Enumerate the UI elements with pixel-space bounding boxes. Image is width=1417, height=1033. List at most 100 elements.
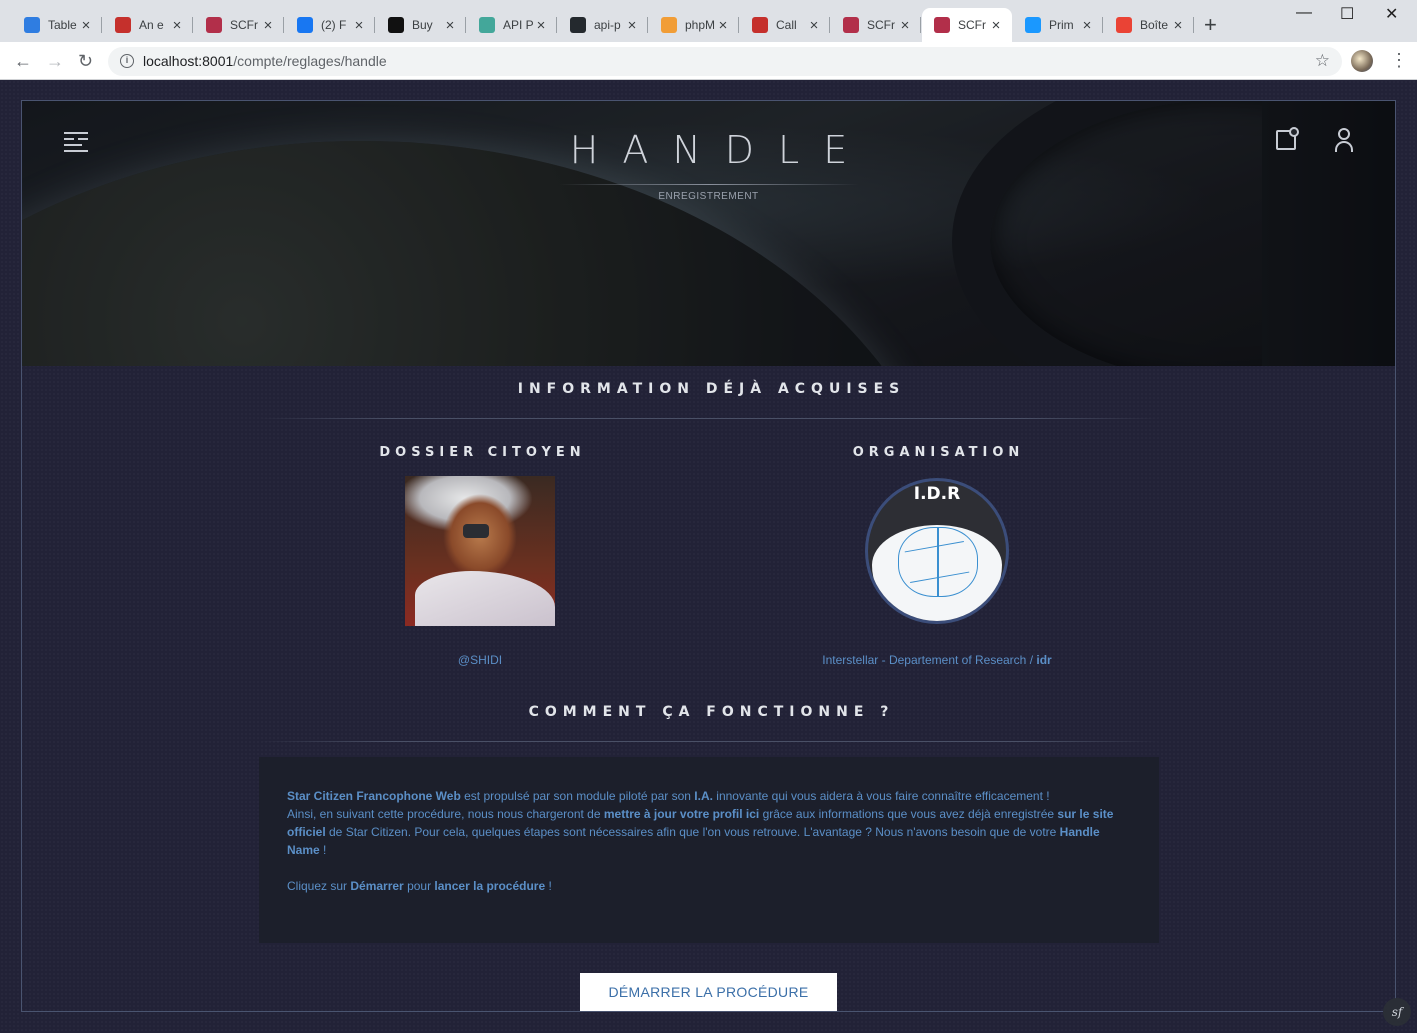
- browser-tab[interactable]: Call ×: [740, 8, 830, 42]
- tab-separator: [829, 17, 830, 33]
- how-paragraph-1: Star Citizen Francophone Web est propuls…: [287, 789, 1114, 857]
- close-window-icon[interactable]: ✕: [1385, 4, 1398, 24]
- tab-close-icon[interactable]: ×: [624, 17, 640, 34]
- citizen-dossier-title: DOSSIER CITOYEN: [379, 445, 586, 460]
- tab-close-icon[interactable]: ×: [897, 17, 913, 34]
- tab-title: Prim: [1049, 18, 1074, 32]
- tab-title: Boîte: [1140, 18, 1169, 32]
- organisation-link[interactable]: Interstellar - Departement of Research /…: [760, 653, 1114, 667]
- tab-favicon-icon: [206, 17, 222, 33]
- tab-close-icon[interactable]: ×: [1079, 17, 1095, 34]
- tab-favicon-icon: [388, 17, 404, 33]
- tab-close-icon[interactable]: ×: [806, 17, 822, 34]
- tab-title: SCFr: [958, 18, 986, 32]
- address-bar[interactable]: i localhost:8001/compte/reglages/handle …: [108, 47, 1342, 76]
- tab-separator: [556, 17, 557, 33]
- title-divider: [559, 184, 859, 185]
- tab-favicon-icon: [843, 17, 859, 33]
- section-divider: [259, 741, 1159, 742]
- browser-tab[interactable]: SCFr ×: [831, 8, 921, 42]
- page-subtitle: ENREGISTREMENT: [658, 191, 759, 202]
- organisation-separator: /: [1026, 653, 1037, 667]
- tab-favicon-icon: [1025, 17, 1041, 33]
- update-profile-link[interactable]: mettre à jour votre profil ici: [604, 807, 759, 821]
- organisation-sid[interactable]: idr: [1036, 653, 1051, 667]
- tab-close-icon[interactable]: ×: [351, 17, 367, 34]
- url-text[interactable]: localhost:8001/compte/reglages/handle: [143, 53, 387, 69]
- browser-menu-icon[interactable]: ⋮: [1390, 50, 1408, 70]
- profile-avatar[interactable]: [1351, 50, 1373, 72]
- tab-title: SCFr: [230, 18, 258, 32]
- tab-title: Buy: [412, 18, 433, 32]
- launch-procedure-text: lancer la procédure: [434, 879, 546, 893]
- tab-favicon-icon: [570, 17, 586, 33]
- url-host: localhost:8001: [143, 53, 234, 69]
- section-title-info: INFORMATION DÉJÀ ACQUISES: [517, 381, 906, 397]
- tab-favicon-icon: [661, 17, 677, 33]
- forward-icon[interactable]: →: [46, 51, 64, 71]
- tab-title: An e: [139, 18, 164, 32]
- browser-tab[interactable]: Boîte ×: [1104, 8, 1194, 42]
- back-icon[interactable]: ←: [14, 51, 32, 71]
- browser-tabstrip: Table × An e × SCFr × (2) F × Buy × API P × api-p × ph…: [0, 0, 1417, 42]
- browser-tab[interactable]: Table ×: [12, 8, 102, 42]
- brand-name: Star Citizen Francophone Web: [287, 789, 461, 803]
- tab-title: API P: [503, 18, 533, 32]
- organisation-name[interactable]: Interstellar - Departement of Research: [822, 653, 1026, 667]
- browser-tab[interactable]: An e ×: [103, 8, 193, 42]
- tab-close-icon[interactable]: ×: [169, 17, 185, 34]
- tab-separator: [283, 17, 284, 33]
- organisation-title: ORGANISATION: [852, 445, 1025, 460]
- citizen-avatar: [405, 476, 555, 626]
- tab-favicon-icon: [934, 17, 950, 33]
- section-divider: [259, 418, 1159, 419]
- browser-tab[interactable]: Buy ×: [376, 8, 466, 42]
- section-title-how: COMMENT ÇA FONCTIONNE ?: [528, 704, 895, 720]
- start-procedure-button[interactable]: DÉMARRER LA PROCÉDURE: [580, 973, 837, 1011]
- tab-separator: [465, 17, 466, 33]
- how-it-works-panel: Star Citizen Francophone Web est propuls…: [259, 757, 1159, 943]
- browser-toolbar: ← → ↻ i localhost:8001/compte/reglages/h…: [0, 42, 1417, 80]
- tab-title: Table: [48, 18, 77, 32]
- tab-favicon-icon: [1116, 17, 1132, 33]
- tab-close-icon[interactable]: ×: [715, 17, 731, 34]
- bookmark-star-icon[interactable]: ☆: [1315, 51, 1330, 71]
- tab-separator: [647, 17, 648, 33]
- how-paragraph-2: Cliquez sur Démarrer pour lancer la proc…: [287, 879, 552, 893]
- new-tab-button[interactable]: +: [1204, 14, 1217, 36]
- browser-tab[interactable]: (2) F ×: [285, 8, 375, 42]
- tab-close-icon[interactable]: ×: [988, 17, 1004, 34]
- tab-separator: [374, 17, 375, 33]
- tab-title: (2) F: [321, 18, 347, 32]
- maximize-icon[interactable]: ☐: [1340, 4, 1354, 24]
- site-info-icon[interactable]: i: [120, 54, 134, 68]
- tab-separator: [920, 17, 921, 33]
- tab-close-icon[interactable]: ×: [260, 17, 276, 34]
- tab-title: SCFr: [867, 18, 895, 32]
- browser-tab[interactable]: SCFr ×: [194, 8, 284, 42]
- reload-icon[interactable]: ↻: [78, 51, 93, 71]
- tab-favicon-icon: [752, 17, 768, 33]
- tab-favicon-icon: [479, 17, 495, 33]
- citizen-handle-link[interactable]: @SHIDI: [405, 653, 555, 667]
- tab-close-icon[interactable]: ×: [1170, 17, 1186, 34]
- organisation-logo-text: I.D.R: [913, 484, 961, 504]
- browser-tab[interactable]: phpM ×: [649, 8, 739, 42]
- tab-separator: [101, 17, 102, 33]
- tab-close-icon[interactable]: ×: [442, 17, 458, 34]
- symfony-toolbar-icon[interactable]: sf: [1383, 998, 1411, 1026]
- tab-close-icon[interactable]: ×: [533, 17, 549, 34]
- minimize-icon[interactable]: —: [1296, 4, 1312, 22]
- tab-close-icon[interactable]: ×: [78, 17, 94, 34]
- browser-tab[interactable]: SCFr ×: [922, 8, 1012, 42]
- browser-tab[interactable]: Prim ×: [1013, 8, 1103, 42]
- ia-text: I.A.: [694, 789, 713, 803]
- tab-separator: [738, 17, 739, 33]
- tab-favicon-icon: [115, 17, 131, 33]
- browser-tab[interactable]: api-p ×: [558, 8, 648, 42]
- tab-title: api-p: [594, 18, 621, 32]
- tab-favicon-icon: [24, 17, 40, 33]
- tab-separator: [192, 17, 193, 33]
- url-path: /compte/reglages/handle: [233, 53, 387, 69]
- browser-tab[interactable]: API P ×: [467, 8, 557, 42]
